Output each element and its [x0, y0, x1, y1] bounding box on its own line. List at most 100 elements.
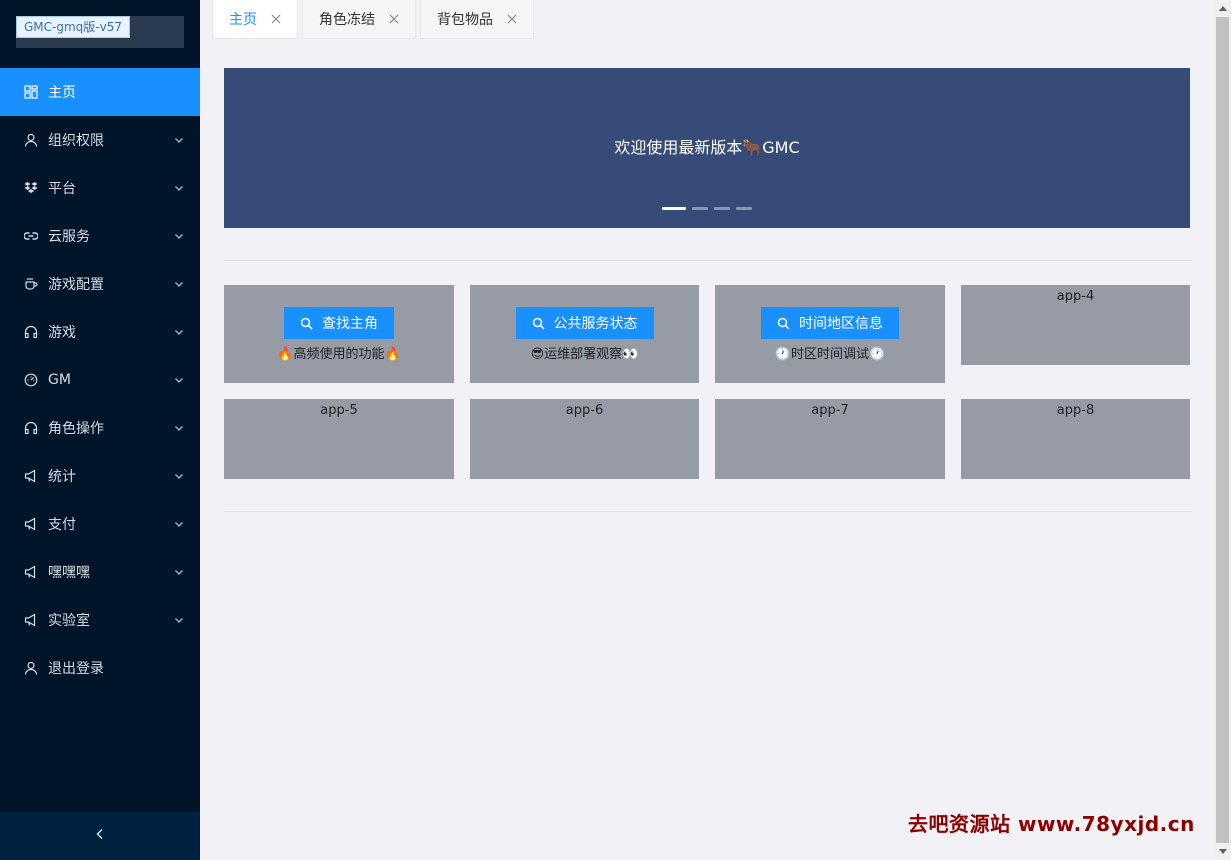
timezone-info-button[interactable]: 时间地区信息	[761, 307, 899, 339]
tab-label: 背包物品	[437, 12, 493, 28]
chevron-down-icon	[174, 327, 184, 337]
carousel-dot[interactable]	[736, 207, 752, 210]
dropbox-icon	[24, 181, 38, 195]
carousel-dot[interactable]	[662, 207, 686, 210]
notification-icon	[24, 517, 38, 531]
chevron-down-icon	[174, 375, 184, 385]
sidebar-item-games[interactable]: 游戏	[0, 308, 200, 356]
carousel-dots	[662, 207, 758, 210]
app-card-5[interactable]: app-5	[224, 399, 454, 479]
app-card-4[interactable]: app-4	[961, 285, 1190, 365]
search-icon	[532, 317, 545, 330]
public-service-status-button[interactable]: 公共服务状态	[515, 307, 654, 339]
card-title: app-4	[1056, 289, 1095, 304]
chevron-down-icon	[174, 183, 184, 193]
sidebar-item-org-permissions[interactable]: 组织权限	[0, 116, 200, 164]
scroll-up-arrow-icon[interactable]	[1214, 0, 1231, 17]
chevron-left-icon	[94, 828, 106, 844]
coffee-icon	[24, 277, 38, 291]
card-description: 🕐时区时间调试🕐	[774, 347, 886, 362]
sidebar: GMC-gmq版-v57 主页 组织权限 平台 云服务 游戏配置 游戏 GM 角…	[0, 0, 200, 860]
chevron-down-icon	[174, 567, 184, 577]
card-description: 🔥高频使用的功能🔥	[277, 347, 401, 362]
logo-version-tag: GMC-gmq版-v57	[16, 16, 130, 38]
sidebar-item-label: 平台	[48, 181, 76, 197]
app-card-6[interactable]: app-6	[470, 399, 699, 479]
sidebar-item-game-config[interactable]: 游戏配置	[0, 260, 200, 308]
sidebar-item-platform[interactable]: 平台	[0, 164, 200, 212]
sidebar-item-logout[interactable]: 退出登录	[0, 644, 200, 692]
dashboard-icon	[24, 85, 38, 99]
sidebar-item-label: 游戏配置	[48, 277, 104, 293]
card-title: app-8	[1056, 403, 1095, 418]
sidebar-item-lab[interactable]: 实验室	[0, 596, 200, 644]
scroll-down-arrow-icon[interactable]	[1214, 843, 1231, 860]
button-label: 查找主角	[322, 316, 378, 332]
sidebar-item-label: 主页	[48, 85, 76, 101]
button-label: 公共服务状态	[553, 316, 638, 332]
find-hero-button[interactable]: 查找主角	[284, 307, 394, 339]
sidebar-item-statistics[interactable]: 统计	[0, 452, 200, 500]
tab-home[interactable]: 主页	[212, 0, 298, 39]
chevron-down-icon	[174, 423, 184, 433]
sidebar-item-label: 支付	[48, 517, 76, 533]
app-card-7[interactable]: app-7	[715, 399, 945, 479]
chevron-down-icon	[174, 615, 184, 625]
sidebar-item-cloud-services[interactable]: 云服务	[0, 212, 200, 260]
sidebar-item-label: 角色操作	[48, 421, 104, 437]
logo-area: GMC-gmq版-v57	[0, 0, 200, 68]
chevron-down-icon	[174, 471, 184, 481]
search-icon	[300, 317, 313, 330]
sidebar-item-heiheihei[interactable]: 嘿嘿嘿	[0, 548, 200, 596]
sidebar-item-label: 游戏	[48, 325, 76, 341]
chevron-down-icon	[174, 519, 184, 529]
watermark: 去吧资源站 www.78yxjd.cn	[908, 812, 1195, 836]
sidebar-collapse-button[interactable]	[0, 812, 200, 860]
button-label: 时间地区信息	[799, 316, 883, 332]
sidebar-item-label: 实验室	[48, 613, 90, 629]
app-card-8[interactable]: app-8	[961, 399, 1190, 479]
notification-icon	[24, 613, 38, 627]
scrollbar-thumb[interactable]	[1216, 17, 1229, 843]
carousel-dot[interactable]	[714, 207, 730, 210]
sidebar-item-label: 退出登录	[48, 661, 104, 677]
app-card-timezone-info: 时间地区信息 🕐时区时间调试🕐	[715, 285, 945, 383]
headphones-icon	[24, 421, 38, 435]
chevron-down-icon	[174, 279, 184, 289]
sidebar-item-label: 组织权限	[48, 133, 104, 149]
sidebar-item-label: 嘿嘿嘿	[48, 565, 90, 581]
divider	[224, 511, 1192, 512]
headphones-icon	[24, 325, 38, 339]
card-title: app-6	[565, 403, 604, 418]
close-icon[interactable]	[389, 14, 399, 24]
sidebar-item-payment[interactable]: 支付	[0, 500, 200, 548]
close-icon[interactable]	[507, 14, 517, 24]
search-icon	[777, 317, 790, 330]
banner-text: 欢迎使用最新版本🐂GMC	[614, 138, 800, 157]
close-icon[interactable]	[271, 14, 281, 24]
user-icon	[24, 661, 38, 675]
sidebar-item-gm[interactable]: GM	[0, 356, 200, 404]
chevron-down-icon	[174, 135, 184, 145]
sidebar-item-role-operations[interactable]: 角色操作	[0, 404, 200, 452]
sidebar-item-label: 云服务	[48, 229, 90, 245]
sidebar-menu: 主页 组织权限 平台 云服务 游戏配置 游戏 GM 角色操作 统计 支付 嘿嘿嘿…	[0, 68, 200, 692]
user-icon	[24, 133, 38, 147]
tab-label: 角色冻结	[319, 12, 375, 28]
tab-backpack-items[interactable]: 背包物品	[420, 0, 534, 39]
card-description: 😎运维部署观察👀	[530, 347, 639, 362]
card-title: app-7	[811, 403, 849, 418]
tab-bar: 主页 角色冻结 背包物品	[212, 0, 538, 40]
notification-icon	[24, 469, 38, 483]
carousel-dot[interactable]	[692, 207, 708, 210]
page-scrollbar[interactable]	[1214, 0, 1231, 860]
card-title: app-5	[320, 403, 358, 418]
link-icon	[24, 229, 38, 243]
sidebar-item-home[interactable]: 主页	[0, 68, 200, 116]
welcome-banner-carousel: 欢迎使用最新版本🐂GMC	[224, 68, 1190, 228]
app-card-public-service-status: 公共服务状态 😎运维部署观察👀	[470, 285, 699, 383]
tab-label: 主页	[229, 12, 257, 28]
logo[interactable]: GMC-gmq版-v57	[16, 16, 184, 48]
chevron-down-icon	[174, 231, 184, 241]
tab-role-freeze[interactable]: 角色冻结	[302, 0, 416, 39]
